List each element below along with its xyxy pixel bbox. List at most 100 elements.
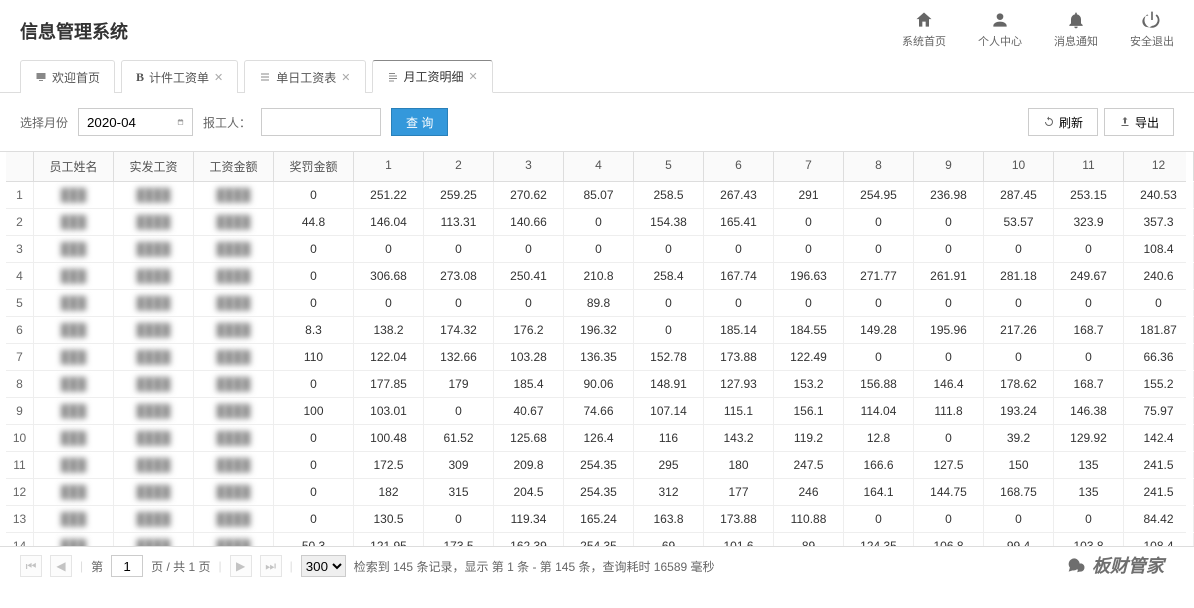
table-cell: 6 bbox=[6, 317, 34, 343]
table-cell: ████ bbox=[114, 533, 194, 546]
table-cell: 0 bbox=[1054, 506, 1124, 532]
table-row[interactable]: 12███████████0182315204.5254.35312177246… bbox=[6, 479, 1186, 506]
pager-page-input[interactable] bbox=[111, 555, 143, 577]
table-cell: 8 bbox=[6, 371, 34, 397]
table-cell: 14 bbox=[6, 533, 34, 546]
calendar-icon bbox=[177, 115, 184, 129]
table-cell: 177 bbox=[704, 479, 774, 505]
pager-last[interactable]: ⏭ bbox=[260, 555, 282, 577]
column-header[interactable]: 10 bbox=[984, 152, 1054, 181]
table-cell: 0 bbox=[914, 209, 984, 235]
table-cell: 0 bbox=[914, 290, 984, 316]
table-cell: 0 bbox=[774, 209, 844, 235]
month-input[interactable] bbox=[87, 115, 177, 130]
table-row[interactable]: 14███████████50.3121.95173.5162.39254.35… bbox=[6, 533, 1186, 546]
table-cell: 153.2 bbox=[774, 371, 844, 397]
refresh-button[interactable]: 刷新 bbox=[1028, 108, 1098, 136]
table-cell: 254.95 bbox=[844, 182, 914, 208]
table-cell: ███ bbox=[34, 452, 114, 478]
table-row[interactable]: 10███████████0100.4861.52125.68126.41161… bbox=[6, 425, 1186, 452]
table-row[interactable]: 9███████████100103.01040.6774.66107.1411… bbox=[6, 398, 1186, 425]
table-cell: 259.25 bbox=[424, 182, 494, 208]
table-cell: 1 bbox=[6, 182, 34, 208]
close-icon[interactable]: ✕ bbox=[469, 70, 478, 83]
table-cell: 140.66 bbox=[494, 209, 564, 235]
table-cell: 156.88 bbox=[844, 371, 914, 397]
table-cell: 173.88 bbox=[704, 344, 774, 370]
table-row[interactable]: 8███████████0177.85179185.490.06148.9112… bbox=[6, 371, 1186, 398]
table-row[interactable]: 11███████████0172.5309209.8254.352951802… bbox=[6, 452, 1186, 479]
table-cell: 181.87 bbox=[1124, 317, 1194, 343]
home-icon bbox=[914, 10, 934, 30]
table-cell: 119.2 bbox=[774, 425, 844, 451]
search-button[interactable]: 查 询 bbox=[391, 108, 448, 136]
column-header[interactable] bbox=[6, 152, 34, 181]
table-cell: 258.4 bbox=[634, 263, 704, 289]
nav-notify[interactable]: 消息通知 bbox=[1054, 10, 1098, 49]
column-header[interactable]: 5 bbox=[634, 152, 704, 181]
column-header[interactable]: 11 bbox=[1054, 152, 1124, 181]
table-cell: 107.14 bbox=[634, 398, 704, 424]
pager-first[interactable]: ⏮ bbox=[20, 555, 42, 577]
table-cell: 122.49 bbox=[774, 344, 844, 370]
table-cell: 7 bbox=[6, 344, 34, 370]
table-cell: 61.52 bbox=[424, 425, 494, 451]
table-cell: 287.45 bbox=[984, 182, 1054, 208]
pager-size-select[interactable]: 300 bbox=[301, 555, 346, 577]
table-row[interactable]: 1███████████0251.22259.25270.6285.07258.… bbox=[6, 182, 1186, 209]
column-header[interactable]: 9 bbox=[914, 152, 984, 181]
column-header[interactable]: 2 bbox=[424, 152, 494, 181]
table-cell: ███ bbox=[34, 533, 114, 546]
column-header[interactable]: 3 bbox=[494, 152, 564, 181]
column-header[interactable]: 1 bbox=[354, 152, 424, 181]
table-cell: 0 bbox=[1054, 236, 1124, 262]
table-cell: 172.5 bbox=[354, 452, 424, 478]
export-button[interactable]: 导出 bbox=[1104, 108, 1174, 136]
column-header[interactable]: 7 bbox=[774, 152, 844, 181]
tab-daily-salary[interactable]: 单日工资表 ✕ bbox=[244, 60, 365, 93]
column-header[interactable]: 12 bbox=[1124, 152, 1194, 181]
table-cell: 247.5 bbox=[774, 452, 844, 478]
column-header[interactable]: 8 bbox=[844, 152, 914, 181]
nav-home[interactable]: 系统首页 bbox=[902, 10, 946, 49]
table-cell: 100 bbox=[274, 398, 354, 424]
column-header[interactable]: 6 bbox=[704, 152, 774, 181]
table-cell: 0 bbox=[984, 236, 1054, 262]
table-row[interactable]: 6███████████8.3138.2174.32176.2196.32018… bbox=[6, 317, 1186, 344]
table-row[interactable]: 4███████████0306.68273.08250.41210.8258.… bbox=[6, 263, 1186, 290]
app-title: 信息管理系统 bbox=[20, 10, 128, 44]
table-cell: 0 bbox=[914, 425, 984, 451]
tab-monthly-detail[interactable]: 月工资明细 ✕ bbox=[372, 60, 493, 93]
table-cell: 0 bbox=[1054, 344, 1124, 370]
pager-next[interactable]: ▶ bbox=[230, 555, 252, 577]
table-row[interactable]: 2███████████44.8146.04113.31140.660154.3… bbox=[6, 209, 1186, 236]
column-header[interactable]: 4 bbox=[564, 152, 634, 181]
close-icon[interactable]: ✕ bbox=[214, 71, 223, 84]
nav-logout[interactable]: 安全退出 bbox=[1130, 10, 1174, 49]
table-cell: 167.74 bbox=[704, 263, 774, 289]
table-row[interactable]: 7███████████110122.04132.66103.28136.351… bbox=[6, 344, 1186, 371]
pager-prev[interactable]: ◀ bbox=[50, 555, 72, 577]
table-cell: ████ bbox=[114, 452, 194, 478]
tab-welcome[interactable]: 欢迎首页 bbox=[20, 60, 115, 93]
table-cell: 127.93 bbox=[704, 371, 774, 397]
column-header[interactable]: 员工姓名 bbox=[34, 152, 114, 181]
column-header[interactable]: 工资金额 bbox=[194, 152, 274, 181]
table-row[interactable]: 5███████████000089.800000000 bbox=[6, 290, 1186, 317]
table-row[interactable]: 13███████████0130.50119.34165.24163.8173… bbox=[6, 506, 1186, 533]
table-row[interactable]: 3███████████000000000000108.410 bbox=[6, 236, 1186, 263]
table-cell: 0 bbox=[1124, 290, 1194, 316]
table-cell: 53.57 bbox=[984, 209, 1054, 235]
detail-icon bbox=[387, 71, 399, 83]
month-picker[interactable] bbox=[78, 108, 193, 136]
column-header[interactable]: 奖罚金额 bbox=[274, 152, 354, 181]
table-cell: 185.14 bbox=[704, 317, 774, 343]
column-header[interactable]: 实发工资 bbox=[114, 152, 194, 181]
table-cell: 111.8 bbox=[914, 398, 984, 424]
close-icon[interactable]: ✕ bbox=[341, 71, 350, 84]
table-cell: ████ bbox=[114, 263, 194, 289]
nav-profile[interactable]: 个人中心 bbox=[978, 10, 1022, 49]
worker-input[interactable] bbox=[261, 108, 381, 136]
table-cell: 0 bbox=[844, 236, 914, 262]
tab-piecework-salary[interactable]: B 计件工资单 ✕ bbox=[121, 60, 238, 93]
